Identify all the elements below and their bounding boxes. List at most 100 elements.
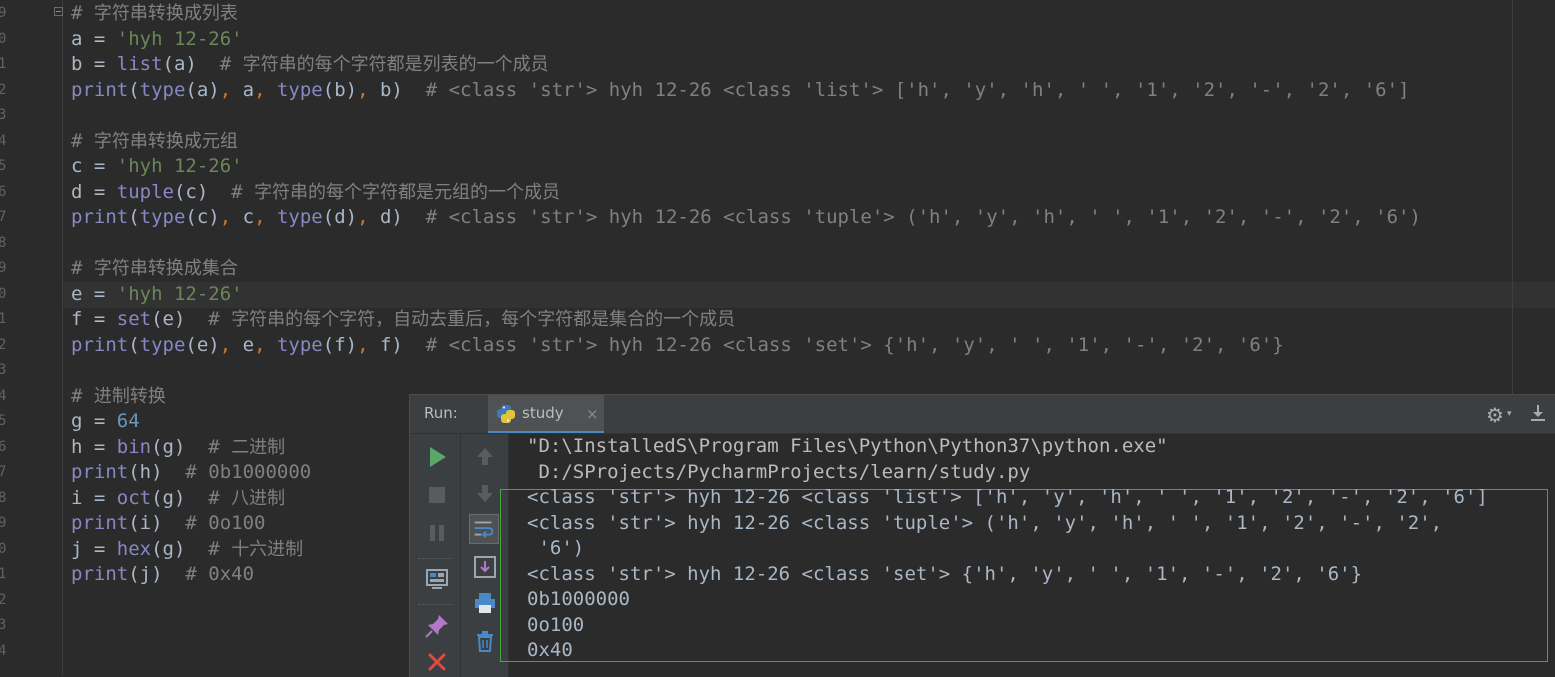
- code-token: # 0x40: [185, 563, 255, 585]
- code-token: 十六进制: [231, 538, 304, 560]
- pause-icon[interactable]: [422, 518, 452, 548]
- code-line[interactable]: j = hex(g) # 十六进制: [71, 537, 303, 563]
- line-number: 9: [0, 5, 7, 21]
- code-token: 八进制: [231, 487, 286, 509]
- line-number: 3: [0, 107, 7, 123]
- close-icon[interactable]: ×: [586, 405, 599, 423]
- code-line[interactable]: print(type(c), c, type(d), d) # <class '…: [71, 205, 1421, 231]
- code-line[interactable]: # 字符串转换成集合: [71, 256, 238, 282]
- code-token: #: [219, 53, 243, 75]
- code-token: i =: [71, 486, 117, 509]
- code-line[interactable]: d = tuple(c) # 字符串的每个字符都是元组的一个成员: [71, 180, 560, 206]
- code-line[interactable]: print(j) # 0x40: [71, 562, 254, 588]
- code-token: (e): [185, 333, 220, 356]
- line-number: 1: [0, 56, 7, 72]
- stop-icon[interactable]: [422, 480, 452, 510]
- code-line[interactable]: c = 'hyh 12-26': [71, 154, 243, 180]
- console-output[interactable]: "D:\InstalledS\Program Files\Python\Pyth…: [500, 434, 1555, 677]
- code-line[interactable]: h = bin(g) # 二进制: [71, 435, 285, 461]
- code-token: 字符串的每个字符，自动去重后，每个字符都是集合的一个成员: [231, 309, 736, 330]
- line-number: 6: [0, 438, 7, 455]
- code-token: 字符串的每个字符都是列表的一个成员: [242, 54, 549, 75]
- code-token: ,: [357, 78, 380, 101]
- line-number: 3: [0, 617, 7, 633]
- code-line[interactable]: e = 'hyh 12-26': [71, 282, 243, 308]
- fold-collapse-icon[interactable]: [54, 7, 63, 16]
- arrow-down-icon[interactable]: [470, 478, 500, 508]
- code-token: (a): [185, 78, 220, 101]
- line-number: 2: [0, 336, 7, 353]
- code-token: bin: [116, 435, 152, 458]
- code-line[interactable]: i = oct(g) # 八进制: [71, 486, 285, 512]
- hide-panel-icon[interactable]: [1528, 403, 1548, 423]
- code-line[interactable]: print(h) # 0b1000000: [71, 460, 311, 486]
- console-command-line: "D:\InstalledS\Program Files\Python\Pyth…: [527, 435, 1168, 457]
- code-token: f): [379, 333, 426, 356]
- line-number: 1: [0, 311, 7, 327]
- code-token: print: [71, 461, 129, 483]
- code-line[interactable]: # 字符串转换成列表: [71, 1, 238, 27]
- code-token: e: [242, 333, 255, 356]
- scroll-to-end-icon[interactable]: [470, 552, 500, 582]
- line-number: 7: [0, 464, 7, 480]
- code-line[interactable]: f = set(e) # 字符串的每个字符，自动去重后，每个字符都是集合的一个成…: [71, 307, 735, 333]
- code-line[interactable]: # 进制转换: [71, 384, 166, 410]
- console-output-line: 0o100: [527, 613, 585, 636]
- code-token: c =: [71, 155, 117, 177]
- code-token: ,: [357, 206, 380, 228]
- code-token: (d): [322, 206, 358, 228]
- chevron-down-icon[interactable]: ▾: [1507, 409, 1512, 419]
- code-line[interactable]: print(type(e), e, type(f), f) # <class '…: [71, 333, 1284, 359]
- code-token: (f): [322, 333, 358, 356]
- code-token: (a): [162, 53, 220, 75]
- code-token: (h): [128, 461, 186, 483]
- gear-icon[interactable]: ⚙: [1486, 403, 1504, 427]
- tab-study[interactable]: study ×: [488, 395, 604, 433]
- toolbar-separator: [418, 558, 452, 559]
- code-line[interactable]: print(i) # 0o100: [71, 511, 265, 537]
- run-label: Run:: [424, 404, 458, 422]
- soft-wrap-icon[interactable]: [469, 514, 499, 544]
- code-line[interactable]: g = 64: [71, 409, 140, 435]
- console-output-line: <class 'str'> hyh 12-26 <class 'set'> {'…: [527, 562, 1363, 585]
- code-token: 64: [116, 410, 140, 432]
- line-number: 2: [0, 81, 7, 98]
- restore-layout-icon[interactable]: [422, 564, 452, 594]
- code-line[interactable]: print(type(a), a, type(b), b) # <class '…: [71, 78, 1410, 104]
- code-line[interactable]: a = 'hyh 12-26': [71, 27, 243, 53]
- code-token: #: [231, 180, 255, 203]
- trash-icon[interactable]: [470, 626, 500, 656]
- code-token: type: [276, 333, 323, 356]
- print-icon[interactable]: [470, 588, 500, 618]
- run-tool-window: Run: study × ⚙ ▾ "D:\InstalledS\Program …: [409, 394, 1555, 677]
- close-run-icon[interactable]: [422, 647, 452, 677]
- code-token: (g): [151, 537, 209, 560]
- code-token: (i): [128, 512, 186, 534]
- toolbar-separator: [418, 604, 452, 605]
- code-token: (e): [151, 308, 209, 330]
- line-number: 0: [0, 540, 7, 557]
- console-output-line: <class 'str'> hyh 12-26 <class 'tuple'> …: [527, 511, 1443, 534]
- right-margin-guide: [1512, 0, 1513, 400]
- code-token: print: [71, 563, 129, 585]
- code-token: 二进制: [231, 436, 286, 458]
- pin-tab-icon[interactable]: [422, 611, 452, 641]
- rerun-icon[interactable]: [422, 442, 452, 472]
- code-token: print: [71, 78, 129, 101]
- console-output-line: '6'): [527, 537, 585, 559]
- code-token: print: [71, 512, 129, 534]
- code-token: (j): [128, 563, 186, 585]
- code-token: ,: [219, 206, 243, 228]
- console-output-line: 0b1000000: [527, 588, 630, 610]
- code-token: #: [208, 435, 232, 458]
- arrow-up-icon[interactable]: [470, 442, 500, 472]
- code-token: (c): [173, 180, 232, 203]
- code-token: b): [379, 78, 426, 101]
- code-line[interactable]: b = list(a) # 字符串的每个字符都是列表的一个成员: [71, 52, 549, 78]
- code-token: g =: [71, 410, 117, 432]
- code-token: d): [379, 206, 426, 228]
- code-line[interactable]: # 字符串转换成元组: [71, 129, 238, 155]
- line-number: 2: [0, 591, 7, 608]
- code-token: type: [276, 206, 323, 228]
- code-token: type: [139, 333, 186, 356]
